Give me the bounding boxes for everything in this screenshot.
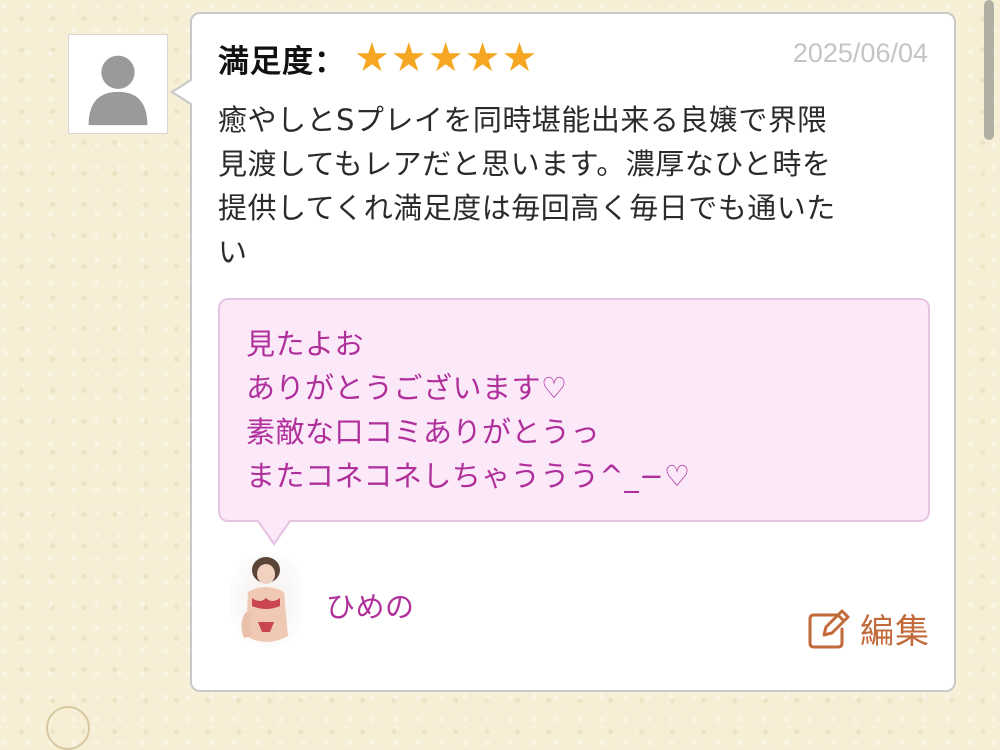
pencil-square-icon [808,609,850,648]
scrollbar[interactable] [984,0,994,140]
star-icon: ★ [427,35,464,81]
star-rating: ★ ★ ★ ★ ★ [354,36,538,80]
staff-reply-text: 見たよお ありがとうございます♡ 素敵な口コミありがとうっ またコネコネしちゃう… [246,327,691,493]
staff-avatar [230,552,304,648]
star-icon: ★ [354,35,390,81]
edit-button[interactable]: 編集 [806,604,930,653]
review-card: 満足度： ★ ★ ★ ★ ★ 2025/06/04 癒やしとSプレイを同時堪能出… [170,12,956,692]
star-icon: ★ [390,35,427,81]
edit-label: 編集 [860,612,930,652]
rating-label: 満足度： [218,43,346,80]
review-date: 2025/06/04 [792,38,928,68]
staff-name: ひめの [326,590,415,624]
default-user-icon [88,55,148,126]
staff-reply-bubble: 見たよお ありがとうございます♡ 素敵な口コミありがとうっ またコネコネしちゃう… [218,298,930,546]
review-body: 癒やしとSプレイを同時堪能出来る良嬢で界隈 見渡してもレアだと思います。濃厚なひ… [218,103,836,269]
star-icon: ★ [464,35,501,81]
rating-row: 満足度： ★ ★ ★ ★ ★ [218,36,538,80]
reviewer-avatar [68,34,168,134]
star-icon: ★ [501,35,538,81]
